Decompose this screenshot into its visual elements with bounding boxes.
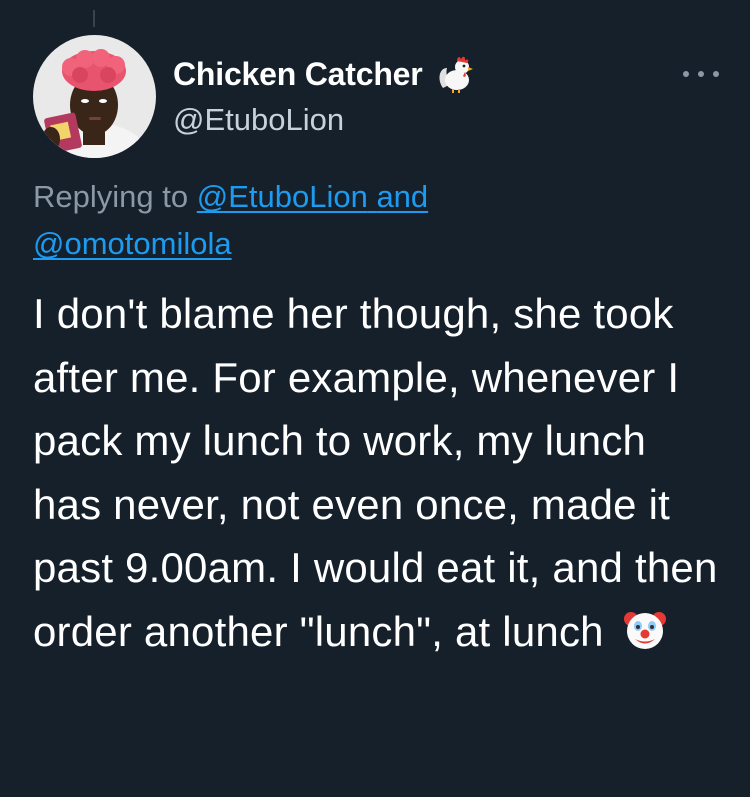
replying-to: Replying to @EtuboLion and @omotomilola [33,173,633,267]
avatar[interactable] [33,35,156,158]
author-handle[interactable]: @EtuboLion [173,102,690,138]
author-name-row: Chicken Catcher [173,52,690,96]
profile-photo [33,35,156,158]
clown-face-icon [622,606,668,652]
replying-prefix: Replying to [33,179,189,214]
author-display-name[interactable]: Chicken Catcher [173,56,423,93]
more-options-button[interactable] [683,64,719,84]
mention-etubolion[interactable]: @EtuboLion [197,179,368,214]
replying-connector: and [376,179,429,214]
reply-mention-links[interactable]: @EtuboLion and [197,179,428,214]
thread-connector-line [93,10,95,27]
tweet-body-text: I don't blame her though, she took after… [33,290,730,655]
tweet-text: I don't blame her though, she took after… [33,282,723,663]
mention-omotomilola[interactable]: @omotomilola [33,226,232,261]
rooster-icon [435,54,475,94]
tweet-author: Chicken Catcher @EtuboLion [173,52,690,138]
more-horizontal-icon-dot [698,71,704,77]
more-horizontal-icon-dot [713,71,719,77]
more-horizontal-icon [683,71,689,77]
